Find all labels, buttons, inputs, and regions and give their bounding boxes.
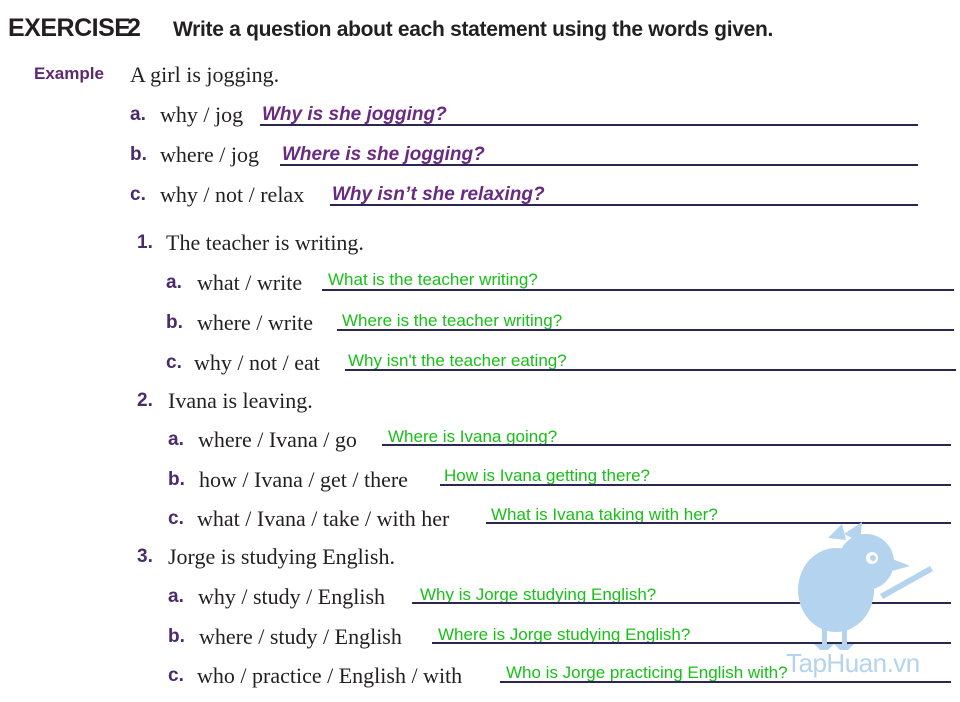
answer-line <box>337 329 954 331</box>
q1-item-a-answer: What is the teacher writing? <box>328 270 538 289</box>
q1-item-c-prompt: why / not / eat <box>194 350 320 375</box>
question-2-number: 2. <box>137 390 153 411</box>
answer-line <box>330 204 918 206</box>
q1-item-b-answer: Where is the teacher writing? <box>342 311 563 330</box>
q1-item-a-letter: a. <box>166 272 182 293</box>
q1-item-b-prompt: where / write <box>197 310 314 335</box>
example-item-c-letter: c. <box>130 184 146 205</box>
q3-item-a-letter: a. <box>168 586 184 607</box>
question-2-statement: Ivana is leaving. <box>168 388 313 413</box>
q2-item-c-prompt: what / Ivana / take / with her <box>197 506 450 531</box>
example-item-b-answer: Where is she jogging? <box>282 144 485 165</box>
example-item-c-prompt: why / not / relax <box>160 182 305 207</box>
exercise-number: 2 <box>127 14 141 42</box>
example-item-a-prompt: why / jog <box>160 102 244 127</box>
q2-item-b-letter: b. <box>168 469 185 490</box>
q1-item-b-letter: b. <box>166 312 183 333</box>
example-item-a-answer: Why is she jogging? <box>262 104 447 125</box>
exercise-label: EXERCISE <box>8 14 131 42</box>
q3-item-c-prompt: who / practice / English / with <box>197 663 463 688</box>
watermark-text: TapHuan.vn <box>786 648 920 678</box>
q2-item-b-prompt: how / Ivana / get / there <box>199 467 408 492</box>
example-item-c-answer: Why isn’t she relaxing? <box>332 184 545 205</box>
answer-line <box>280 164 918 166</box>
example-item-a-letter: a. <box>130 104 146 125</box>
q3-item-a-prompt: why / study / English <box>198 584 386 609</box>
example-item-b-prompt: where / jog <box>160 142 259 167</box>
q2-item-c-letter: c. <box>168 508 184 529</box>
answer-line <box>345 369 956 371</box>
example-label: Example <box>34 64 104 83</box>
q3-item-c-answer: Who is Jorge practicing English with? <box>506 663 788 682</box>
example-item-b-letter: b. <box>130 144 147 165</box>
answer-line <box>322 289 954 291</box>
example-statement: A girl is jogging. <box>130 62 280 87</box>
bird-mascot-icon <box>784 520 944 665</box>
q1-item-c-letter: c. <box>166 352 182 373</box>
q1-item-a-prompt: what / write <box>197 270 303 295</box>
q2-item-a-prompt: where / Ivana / go <box>198 427 357 452</box>
q3-item-b-letter: b. <box>168 626 185 647</box>
q3-item-c-letter: c. <box>168 665 184 686</box>
question-3-statement: Jorge is studying English. <box>168 544 395 569</box>
q2-item-a-letter: a. <box>168 429 184 450</box>
answer-line <box>260 124 918 126</box>
question-1-statement: The teacher is writing. <box>166 230 364 255</box>
answer-line <box>440 484 951 486</box>
q1-item-c-answer: Why isn't the teacher eating? <box>348 351 567 370</box>
q2-item-b-answer: How is Ivana getting there? <box>444 466 651 485</box>
answer-line <box>382 444 951 446</box>
q3-item-b-prompt: where / study / English <box>199 624 402 649</box>
question-1-number: 1. <box>137 232 153 253</box>
answer-line <box>500 681 951 683</box>
exercise-instruction: Write a question about each statement us… <box>173 18 774 41</box>
question-3-number: 3. <box>137 546 153 567</box>
